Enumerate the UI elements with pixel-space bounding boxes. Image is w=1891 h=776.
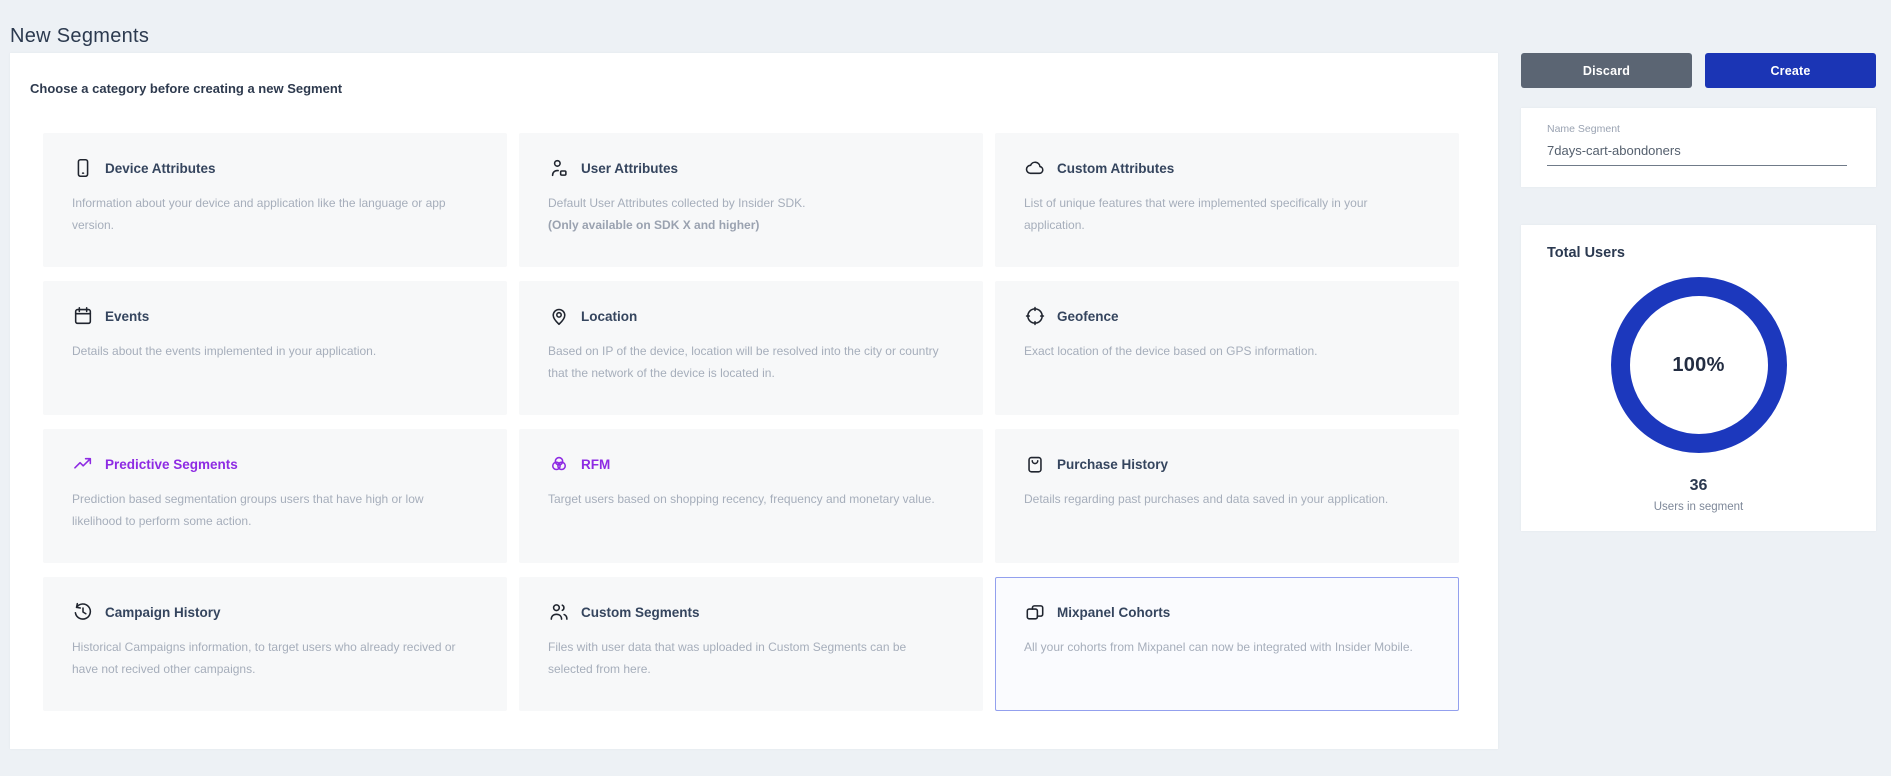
category-card-header: Geofence <box>1024 303 1119 329</box>
category-title: Purchase History <box>1057 457 1168 472</box>
category-title: Mixpanel Cohorts <box>1057 605 1170 620</box>
total-users-card: Total Users 100% 36 Users in segment <box>1521 225 1876 531</box>
category-card-header: Mixpanel Cohorts <box>1024 599 1170 625</box>
category-title: RFM <box>581 457 610 472</box>
category-title: User Attributes <box>581 161 678 176</box>
history-clock-icon <box>72 601 94 623</box>
category-description: Information about your device and applic… <box>72 192 472 236</box>
category-card-custom-segments[interactable]: Custom Segments Files with user data that… <box>519 577 983 711</box>
category-description: Based on IP of the device, location will… <box>548 340 948 384</box>
category-card-header: Custom Attributes <box>1024 155 1174 181</box>
category-card-header: RFM <box>548 451 610 477</box>
action-buttons: Discard Create <box>1521 53 1876 88</box>
category-description: Details regarding past purchases and dat… <box>1024 488 1424 510</box>
shopping-bag-icon <box>1024 453 1046 475</box>
users-in-segment-caption: Users in segment <box>1521 501 1876 513</box>
category-card-device-attributes[interactable]: Device Attributes Information about your … <box>43 133 507 267</box>
category-card-header: Events <box>72 303 149 329</box>
category-card-header: Predictive Segments <box>72 451 238 477</box>
category-card-purchase-history[interactable]: Purchase History Details regarding past p… <box>995 429 1459 563</box>
venn-circles-icon <box>548 453 570 475</box>
category-title: Campaign History <box>105 605 221 620</box>
trend-up-icon <box>72 453 94 475</box>
category-card-custom-attributes[interactable]: Custom Attributes List of unique features… <box>995 133 1459 267</box>
category-description: Historical Campaigns information, to tar… <box>72 636 472 680</box>
total-users-heading: Total Users <box>1547 245 1625 261</box>
category-card-header: Campaign History <box>72 599 221 625</box>
name-segment-card: Name Segment <box>1521 108 1876 187</box>
categories-panel: Choose a category before creating a new … <box>10 53 1498 749</box>
discard-button[interactable]: Discard <box>1521 53 1692 88</box>
location-pin-icon <box>548 305 570 327</box>
name-segment-label: Name Segment <box>1547 123 1620 135</box>
total-users-donut-chart: 100% <box>1611 277 1787 453</box>
calendar-icon <box>72 305 94 327</box>
category-card-mixpanel-cohorts[interactable]: Mixpanel Cohorts All your cohorts from Mi… <box>995 577 1459 711</box>
category-card-predictive-segments[interactable]: Predictive Segments Prediction based segm… <box>43 429 507 563</box>
category-card-header: Custom Segments <box>548 599 700 625</box>
category-title: Location <box>581 309 637 324</box>
category-card-user-attributes[interactable]: User Attributes Default User Attributes c… <box>519 133 983 267</box>
category-card-header: Device Attributes <box>72 155 216 181</box>
cloud-icon <box>1024 157 1046 179</box>
panel-heading: Choose a category before creating a new … <box>30 81 342 96</box>
name-segment-input[interactable] <box>1547 139 1847 166</box>
category-description: Files with user data that was uploaded i… <box>548 636 948 680</box>
category-card-campaign-history[interactable]: Campaign History Historical Campaigns inf… <box>43 577 507 711</box>
category-description: Prediction based segmentation groups use… <box>72 488 472 532</box>
page-title: New Segments <box>10 25 149 48</box>
category-description: Default User Attributes collected by Ins… <box>548 192 948 236</box>
category-card-header: Location <box>548 303 637 329</box>
category-title: Custom Segments <box>581 605 700 620</box>
category-title: Device Attributes <box>105 161 216 176</box>
users-icon <box>548 601 570 623</box>
category-card-header: Purchase History <box>1024 451 1168 477</box>
category-card-events[interactable]: Events Details about the events implement… <box>43 281 507 415</box>
category-title: Custom Attributes <box>1057 161 1174 176</box>
category-title: Predictive Segments <box>105 457 238 472</box>
users-in-segment-count: 36 <box>1521 477 1876 495</box>
category-description: Details about the events implemented in … <box>72 340 472 362</box>
category-description: List of unique features that were implem… <box>1024 192 1424 236</box>
create-button[interactable]: Create <box>1705 53 1876 88</box>
category-description: Target users based on shopping recency, … <box>548 488 948 510</box>
category-title: Geofence <box>1057 309 1119 324</box>
category-grid: Device Attributes Information about your … <box>43 133 1459 711</box>
category-description: All your cohorts from Mixpanel can now b… <box>1024 636 1424 658</box>
overlapping-squares-icon <box>1024 601 1046 623</box>
smartphone-icon <box>72 157 94 179</box>
category-card-rfm[interactable]: RFM Target users based on shopping recenc… <box>519 429 983 563</box>
category-description: Exact location of the device based on GP… <box>1024 340 1424 362</box>
category-card-geofence[interactable]: Geofence Exact location of the device bas… <box>995 281 1459 415</box>
geofence-crosshair-icon <box>1024 305 1046 327</box>
donut-percent-label: 100% <box>1672 354 1724 377</box>
category-card-location[interactable]: Location Based on IP of the device, locat… <box>519 281 983 415</box>
category-card-header: User Attributes <box>548 155 678 181</box>
user-badge-icon <box>548 157 570 179</box>
category-title: Events <box>105 309 149 324</box>
